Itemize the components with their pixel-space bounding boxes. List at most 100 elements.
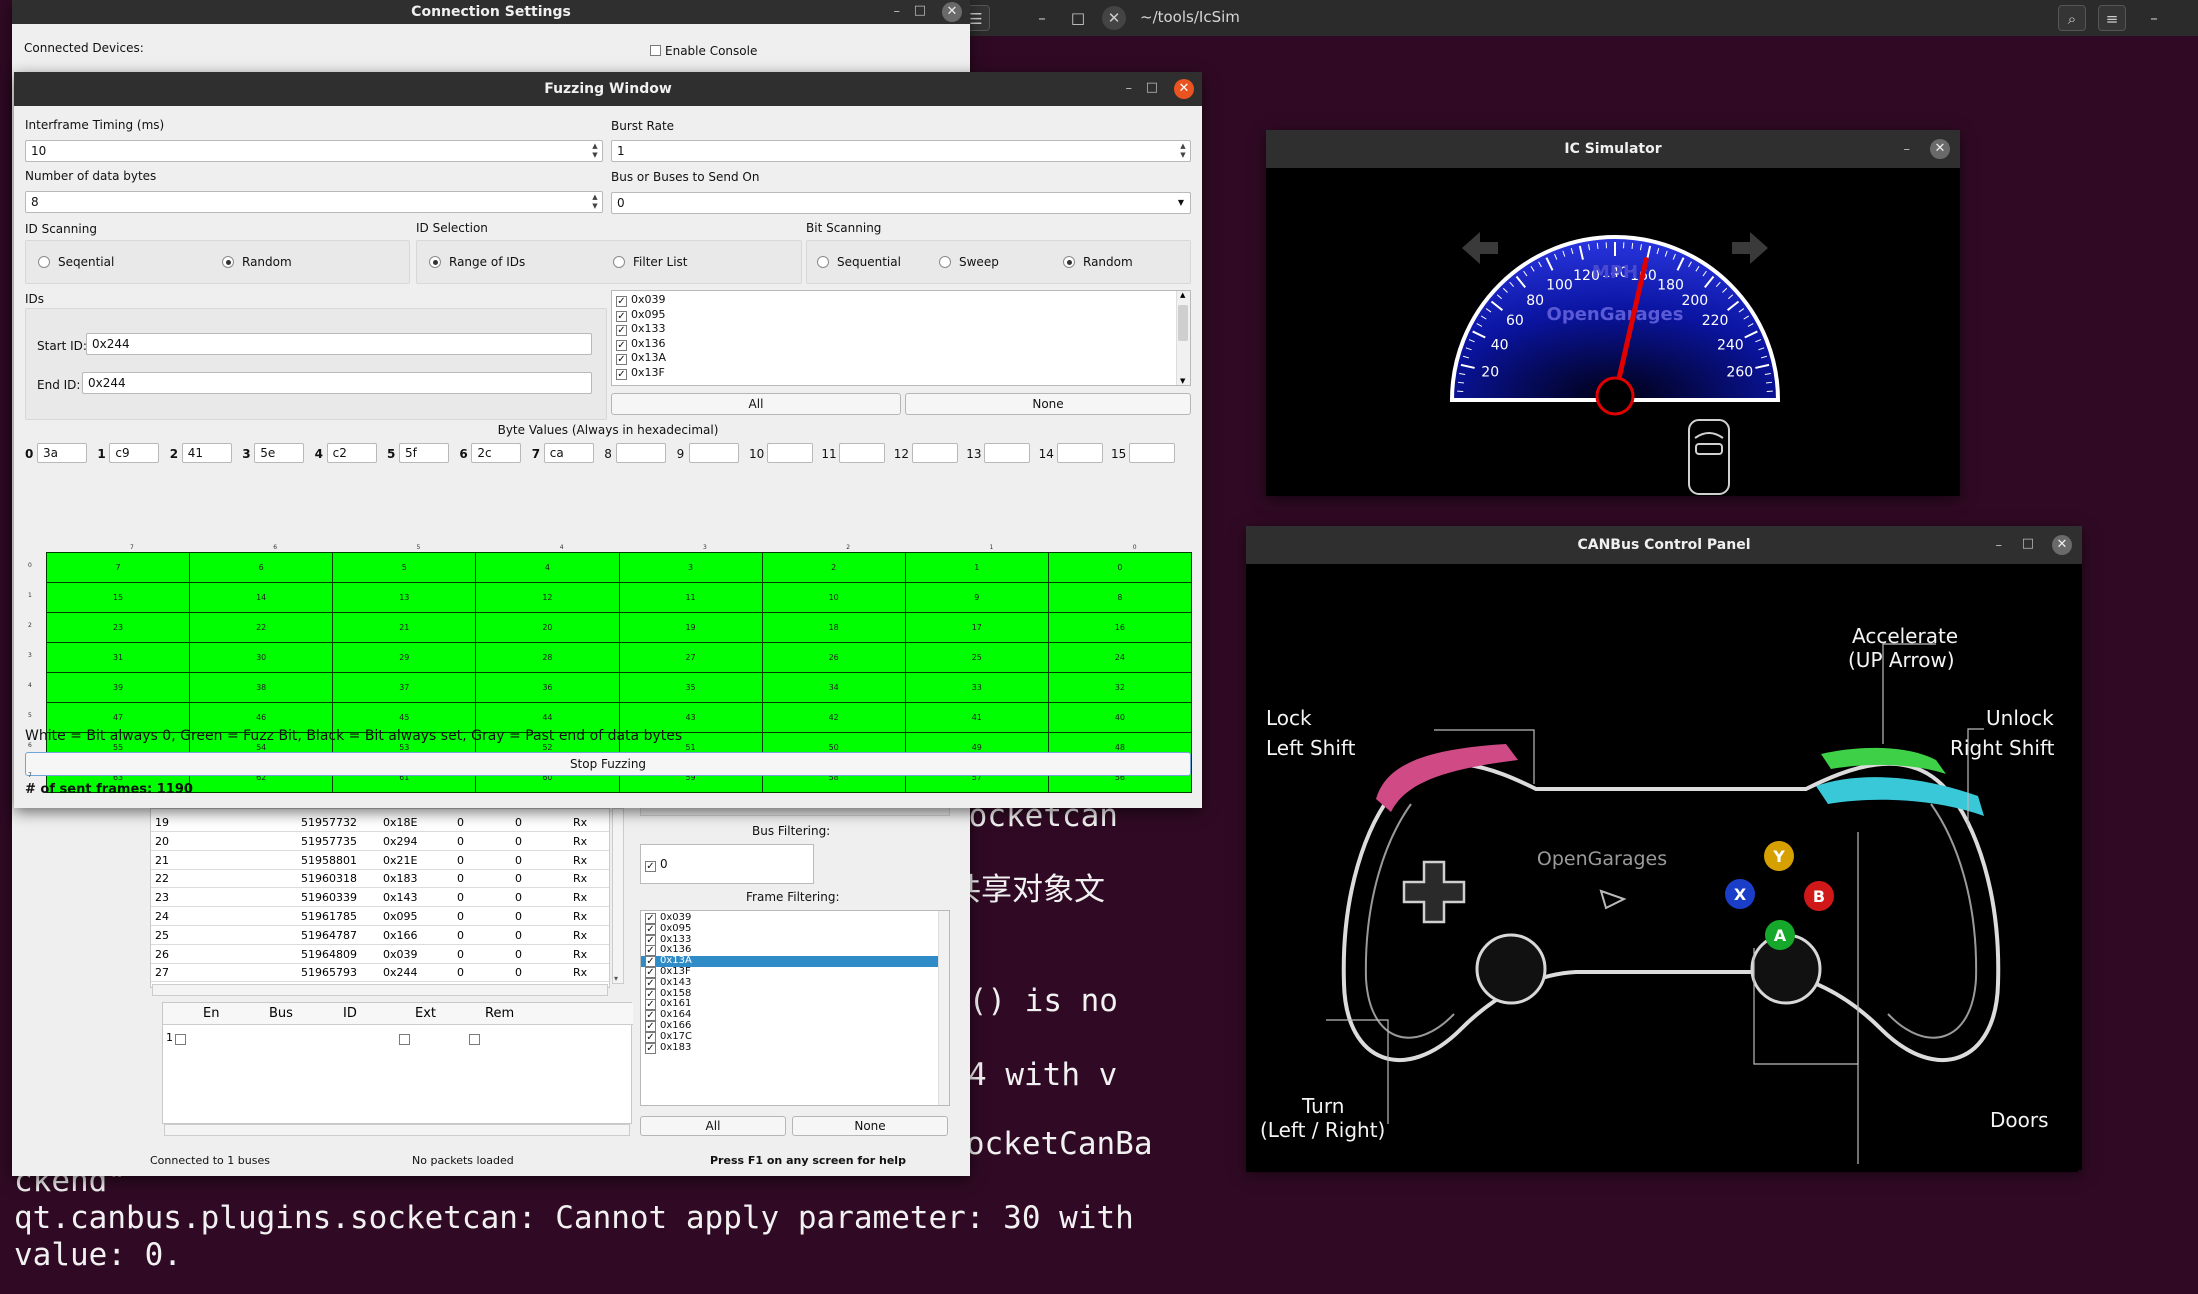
byte-value-input[interactable] xyxy=(616,443,667,463)
bit-cell[interactable]: 12 xyxy=(475,582,620,613)
byte-value-input[interactable]: 2c xyxy=(471,443,522,463)
byte-value-input[interactable]: c2 xyxy=(326,443,377,463)
id-list-item[interactable]: ✓ 0x133 xyxy=(612,322,1190,337)
table-row[interactable]: 27 51965793 0x244 0 0 Rx xyxy=(151,963,609,983)
frame-filter-list[interactable]: ✓ 0x039 ✓ 0x095 ✓ 0x133 ✓ 0x136 ✓ 0x13A ✓ 0x13F ✓ 0x1… xyxy=(640,910,950,1106)
terminal-minimize-button[interactable]: – xyxy=(1028,5,1056,31)
id-list-all-button[interactable]: All xyxy=(611,393,901,415)
check-icon[interactable]: ✓ xyxy=(645,956,656,968)
check-icon[interactable]: ✓ xyxy=(645,1042,656,1054)
send-hscrollbar[interactable] xyxy=(164,1124,630,1136)
radio-random-bit[interactable]: Random xyxy=(1063,255,1133,269)
frame-filter-all-button[interactable]: All xyxy=(640,1116,786,1136)
radio-sweep[interactable]: Sweep xyxy=(939,255,999,269)
num-bytes-spinner[interactable]: ▲ ▼ xyxy=(589,193,601,211)
frame-filter-scrollbar[interactable] xyxy=(938,911,949,1105)
check-icon[interactable]: ✓ xyxy=(616,339,627,351)
table-row[interactable]: 24 51961785 0x095 0 0 Rx xyxy=(151,907,609,926)
bit-cell[interactable]: 13 xyxy=(332,582,477,613)
conn-maximize-button[interactable]: □ xyxy=(914,3,926,18)
table-row[interactable]: 19 51957732 0x18E 0 0 Rx xyxy=(151,813,609,832)
bit-cell[interactable]: 36 xyxy=(475,672,620,703)
byte-value-input[interactable]: c9 xyxy=(109,443,160,463)
bit-cell[interactable]: 2 xyxy=(761,552,906,583)
bit-cell[interactable]: 5 xyxy=(332,552,477,583)
frames-hscrollbar[interactable] xyxy=(152,984,608,996)
end-id-input[interactable]: 0x244 xyxy=(82,372,592,394)
bit-cell[interactable]: 6 xyxy=(189,552,334,583)
check-icon[interactable]: ✓ xyxy=(645,934,656,946)
frame-filter-none-button[interactable]: None xyxy=(792,1116,948,1136)
check-icon[interactable]: ✓ xyxy=(616,310,627,322)
check-icon[interactable]: ✓ xyxy=(645,966,656,978)
conn-minimize-button[interactable]: – xyxy=(894,4,901,19)
burst-rate-spinner[interactable]: ▲ ▼ xyxy=(1177,142,1189,160)
bit-cell[interactable]: 1 xyxy=(904,552,1049,583)
check-icon[interactable]: ✓ xyxy=(645,1010,656,1022)
check-icon[interactable]: ✓ xyxy=(645,1020,656,1032)
radio-seqential[interactable]: Seqential xyxy=(38,255,114,269)
byte-value-input[interactable] xyxy=(984,443,1031,463)
terminal-min-icon[interactable]: – xyxy=(2140,5,2168,31)
bit-cell[interactable]: 8 xyxy=(1047,582,1193,613)
interframe-input[interactable]: 10 ▲ ▼ xyxy=(25,140,603,162)
byte-value-input[interactable]: 5e xyxy=(254,443,305,463)
table-row[interactable]: 25 51964787 0x166 0 0 Rx xyxy=(151,926,609,945)
num-bytes-input[interactable]: 8 ▲ ▼ xyxy=(25,191,603,213)
byte-value-input[interactable]: ca xyxy=(543,443,594,463)
send-rem-check[interactable] xyxy=(469,1034,480,1045)
bit-cell[interactable]: 16 xyxy=(1047,612,1193,643)
bit-cell[interactable]: 30 xyxy=(189,642,334,673)
bit-cell[interactable]: 24 xyxy=(1047,642,1193,673)
byte-value-input[interactable] xyxy=(911,443,958,463)
bit-cell[interactable]: 28 xyxy=(475,642,620,673)
id-list-item[interactable]: ✓ 0x136 xyxy=(612,337,1190,352)
bit-cell[interactable]: 23 xyxy=(45,612,191,643)
id-list-none-button[interactable]: None xyxy=(905,393,1191,415)
check-icon[interactable]: ✓ xyxy=(616,296,627,307)
check-icon[interactable]: ✓ xyxy=(645,945,656,957)
bus-filter-item[interactable]: ✓ 0 xyxy=(645,857,668,872)
start-id-input[interactable]: 0x244 xyxy=(86,333,592,355)
check-icon[interactable]: ✓ xyxy=(616,325,627,337)
controller-panel[interactable]: OpenGarages Y X B A Accelerate (UP Arrow… xyxy=(1246,564,2078,1172)
byte-value-input[interactable] xyxy=(767,443,813,463)
bit-cell[interactable]: 14 xyxy=(189,582,334,613)
bit-cell[interactable]: 22 xyxy=(189,612,334,643)
send-ext-check[interactable] xyxy=(399,1034,410,1045)
frame-filter-item[interactable]: ✓ 0x183 xyxy=(641,1042,949,1054)
bit-cell[interactable]: 11 xyxy=(618,582,763,613)
bit-cell[interactable]: 37 xyxy=(332,672,477,703)
byte-value-input[interactable] xyxy=(1056,443,1103,463)
bit-cell[interactable]: 42 xyxy=(761,702,906,733)
bit-cell[interactable]: 9 xyxy=(904,582,1049,613)
burst-rate-input[interactable]: 1 ▲ ▼ xyxy=(611,140,1191,162)
stop-fuzzing-button[interactable]: Stop Fuzzing xyxy=(25,752,1191,776)
bit-cell[interactable]: 32 xyxy=(1047,672,1193,703)
bit-cell[interactable]: 29 xyxy=(332,642,477,673)
table-row[interactable]: 26 51964809 0x039 0 0 Rx xyxy=(151,945,609,964)
enable-console-check[interactable] xyxy=(650,45,661,56)
table-row[interactable]: 20 51957735 0x294 0 0 Rx xyxy=(151,832,609,851)
bit-cell[interactable]: 27 xyxy=(618,642,763,673)
bit-cell[interactable]: 35 xyxy=(618,672,763,703)
id-list-scrollbar[interactable]: ▲ ▼ xyxy=(1176,291,1190,385)
ic-close-button[interactable]: ✕ xyxy=(1930,139,1950,159)
byte-value-input[interactable] xyxy=(688,443,739,463)
can-close-button[interactable]: ✕ xyxy=(2052,535,2072,555)
byte-value-input[interactable] xyxy=(839,443,886,463)
bit-cell[interactable]: 34 xyxy=(761,672,906,703)
table-row[interactable]: 22 51960318 0x183 0 0 Rx xyxy=(151,869,609,889)
bit-cell[interactable]: 20 xyxy=(475,612,620,643)
id-filter-list[interactable]: ✓ 0x039 ✓ 0x095 ✓ 0x133 ✓ 0x136 ✓ 0x13A ✓ 0x13F ▲ ▼ xyxy=(611,290,1191,386)
interframe-spinner[interactable]: ▲ ▼ xyxy=(589,142,601,160)
bus-filter-list[interactable]: ✓ 0 xyxy=(640,844,814,884)
check-icon[interactable]: ✓ xyxy=(616,368,627,380)
radio-random-id[interactable]: Random xyxy=(222,255,292,269)
can-minimize-button[interactable]: – xyxy=(1996,538,2003,553)
byte-value-input[interactable]: 41 xyxy=(181,443,232,463)
send-frames-table[interactable]: En Bus ID Ext Rem 1 xyxy=(162,1002,633,1124)
bit-cell[interactable]: 25 xyxy=(904,642,1049,673)
can-maximize-button[interactable]: □ xyxy=(2022,536,2034,551)
bit-cell[interactable]: 33 xyxy=(904,672,1049,703)
